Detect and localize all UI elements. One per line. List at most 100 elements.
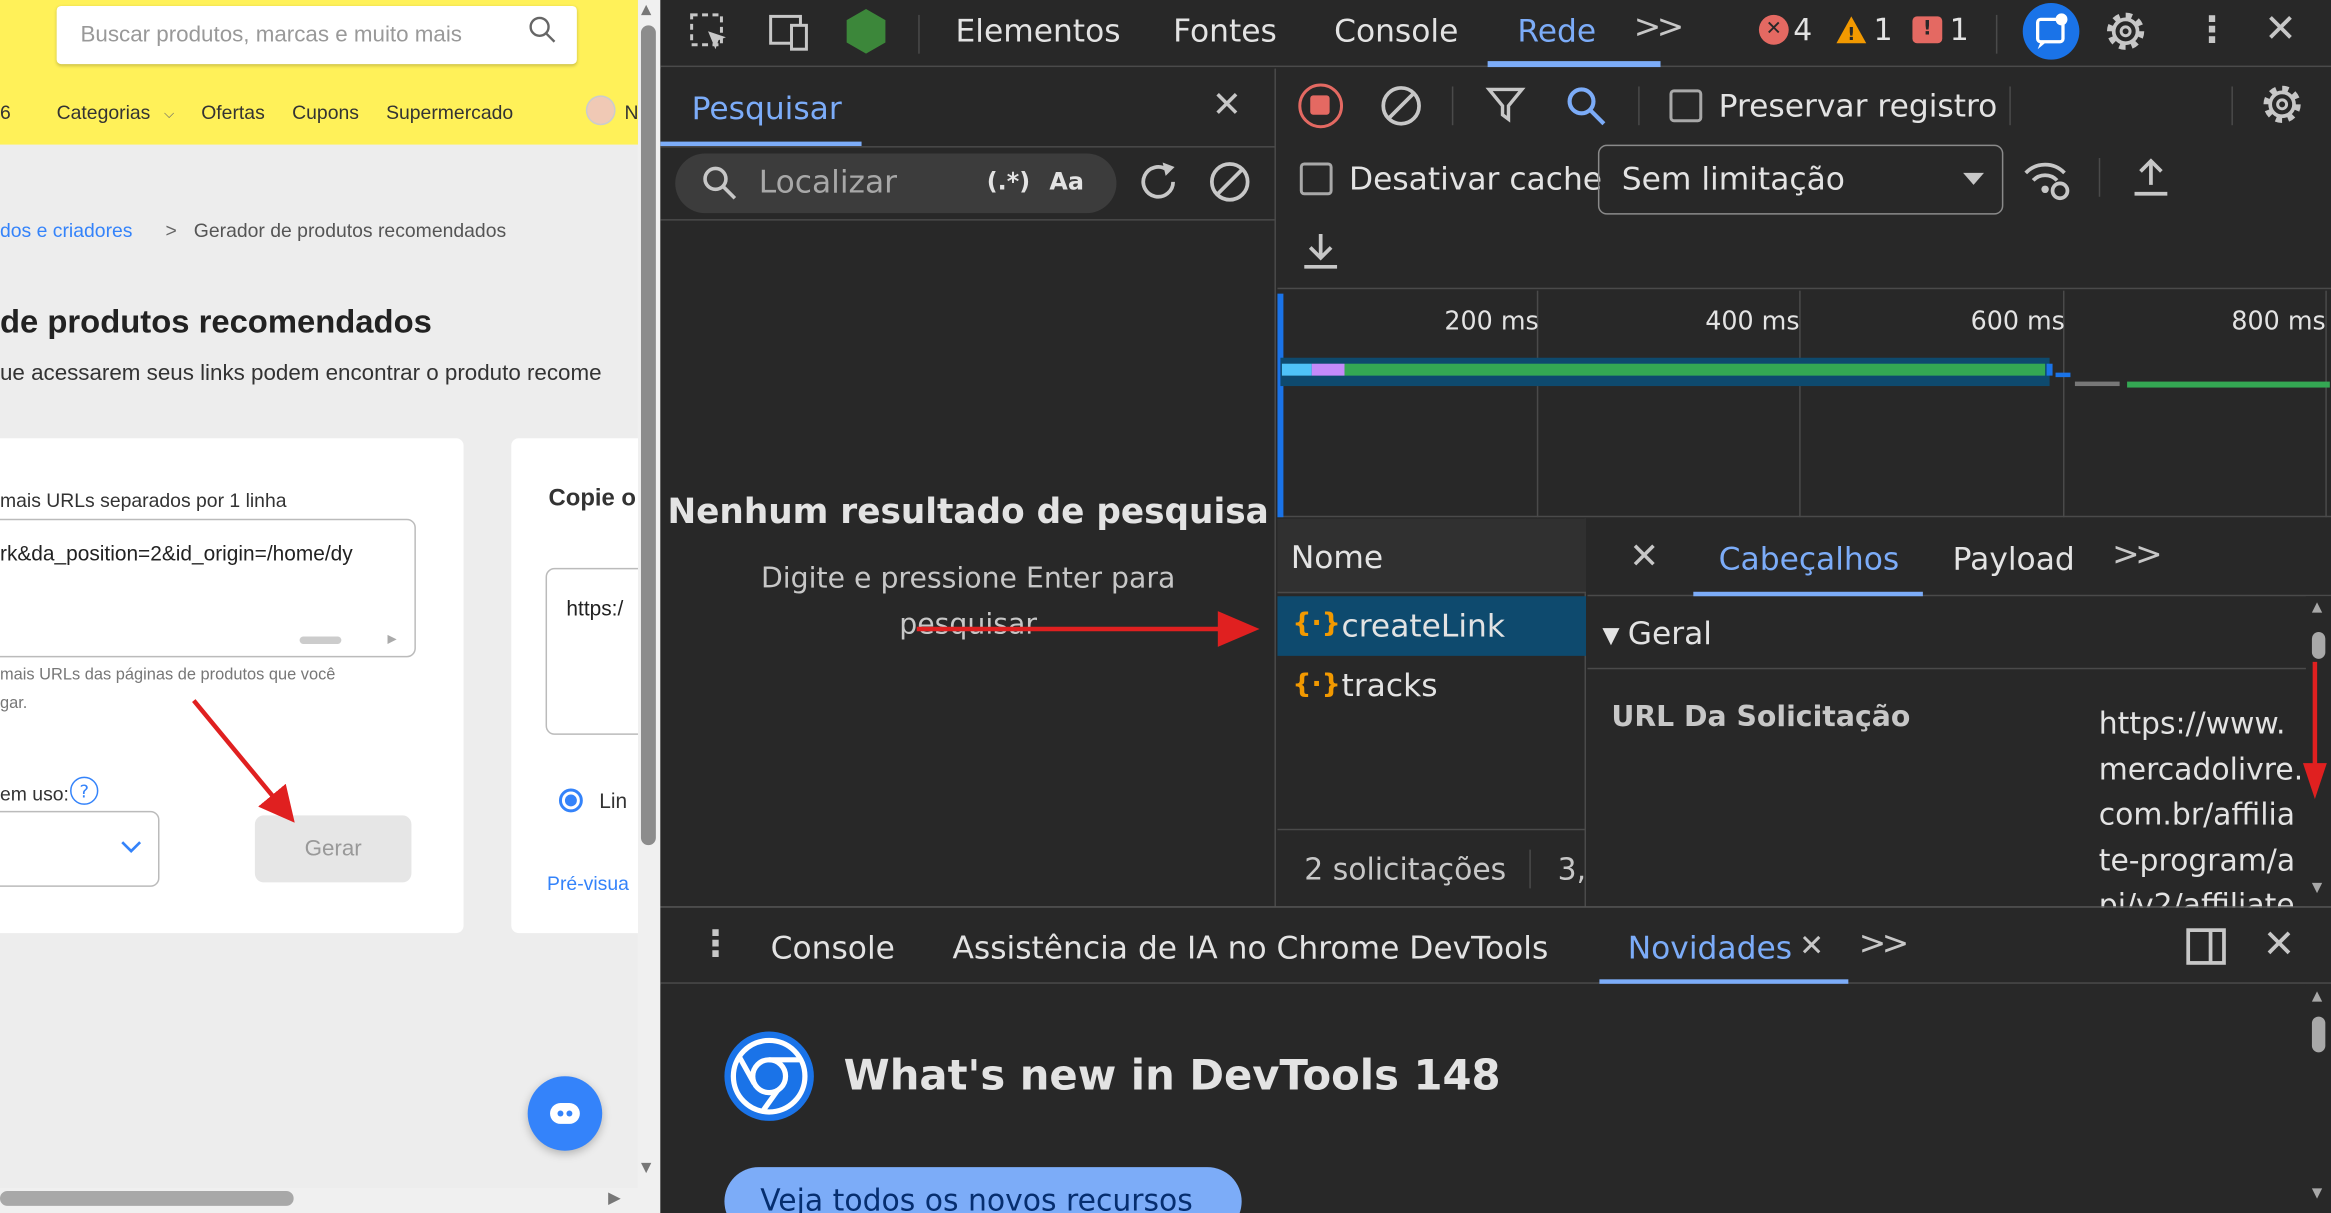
- nav-supermercado[interactable]: Supermercado: [386, 101, 513, 123]
- result-title: Copie o: [548, 485, 636, 512]
- filter-icon[interactable]: [1485, 83, 1527, 125]
- tab-console[interactable]: Console: [1334, 13, 1458, 49]
- urls-label: mais URLs separados por 1 linha: [0, 488, 287, 512]
- vertical-scroll-thumb[interactable]: [640, 25, 656, 846]
- drawer-tab-console[interactable]: Console: [771, 930, 895, 966]
- chevron-down-icon: [119, 838, 143, 856]
- breadcrumb-parent[interactable]: dos e criadores: [0, 219, 133, 241]
- scroll-down-icon[interactable]: ▼: [641, 1161, 651, 1176]
- search-input[interactable]: Buscar produtos, marcas e muito mais: [56, 5, 577, 65]
- record-stop-icon[interactable]: [1298, 83, 1344, 129]
- svg-text:!: !: [1847, 24, 1855, 44]
- close-drawer-icon[interactable]: ✕: [2263, 926, 2295, 965]
- more-tabs-icon[interactable]: >>: [1634, 9, 1684, 46]
- refresh-icon[interactable]: [1134, 158, 1182, 206]
- search-network-icon[interactable]: [1562, 82, 1610, 130]
- nav-ofertas[interactable]: Ofertas: [201, 101, 265, 123]
- clear-search-icon[interactable]: [1206, 158, 1254, 206]
- breadcrumb-current: Gerador de produtos recomendados: [193, 219, 507, 242]
- nav-user[interactable]: N: [625, 101, 638, 123]
- inspect-element-icon[interactable]: [687, 10, 732, 55]
- help-icon[interactable]: ?: [70, 776, 99, 805]
- tab-sources[interactable]: Fontes: [1173, 13, 1277, 49]
- headers-tab-indicator: [1693, 591, 1923, 597]
- horizontal-scroll-thumb[interactable]: [0, 1190, 294, 1206]
- regex-toggle[interactable]: (.*): [987, 167, 1030, 195]
- drawer-tab-whats-new[interactable]: Novidades: [1628, 930, 1792, 966]
- tab-network[interactable]: Rede: [1517, 13, 1596, 49]
- device-toolbar-icon[interactable]: [765, 10, 813, 55]
- ai-assistant-button[interactable]: [2022, 2, 2080, 60]
- network-settings-icon[interactable]: [2258, 80, 2306, 128]
- export-har-icon[interactable]: [1298, 228, 1343, 273]
- drawer-scroll-thumb[interactable]: [2311, 1016, 2326, 1053]
- tick-200ms: 200 ms: [1444, 307, 1539, 337]
- warning-count[interactable]: ! 1: [1835, 12, 1893, 48]
- tab-payload[interactable]: Payload: [1953, 541, 2075, 577]
- close-search-icon[interactable]: ✕: [1212, 86, 1242, 122]
- issue-icon: !: [1912, 16, 1943, 44]
- drawer-tab-indicator: [1599, 979, 1849, 984]
- ai-chat-icon: [2036, 13, 2068, 50]
- scroll-right-icon[interactable]: ▶: [388, 632, 397, 645]
- tab-headers[interactable]: Cabeçalhos: [1719, 541, 1900, 577]
- see-all-features-button[interactable]: Veja todos os novos recursos: [724, 1167, 1242, 1213]
- scroll-up-icon[interactable]: ▲: [2312, 990, 2322, 1005]
- request-name: tracks: [1341, 667, 1438, 704]
- preview-link[interactable]: Pré-visua: [547, 872, 629, 894]
- urls-value: rk&da_position=2&id_origin=/home/dy: [0, 541, 353, 565]
- timeline-left-handle[interactable]: [1277, 293, 1284, 518]
- node-icon[interactable]: [842, 6, 890, 57]
- whats-new-heading: What's new in DevTools 148: [843, 1050, 1501, 1101]
- nav-cupons[interactable]: Cupons: [292, 101, 359, 123]
- link-radio[interactable]: [558, 788, 583, 813]
- breadcrumb-separator: >: [165, 219, 177, 242]
- transfer-summary: 3,: [1557, 851, 1587, 887]
- match-case-toggle[interactable]: Aa: [1049, 167, 1084, 195]
- clear-log-icon[interactable]: [1377, 82, 1425, 130]
- more-drawer-tabs-icon[interactable]: >>: [1859, 926, 1909, 963]
- search-icon: [701, 164, 740, 203]
- urls-help-2: gar.: [0, 694, 28, 713]
- search-panel-title: Pesquisar: [691, 90, 842, 127]
- scroll-right-icon[interactable]: ▶: [608, 1188, 621, 1207]
- preserve-log-checkbox[interactable]: [1669, 89, 1703, 123]
- details-scroll-thumb[interactable]: [2311, 632, 2326, 659]
- more-detail-tabs-icon[interactable]: >>: [2112, 537, 2162, 574]
- request-bar-tracks: [2127, 381, 2330, 388]
- close-details-icon[interactable]: ✕: [1629, 538, 1659, 574]
- textarea-scrollbar[interactable]: [299, 636, 342, 644]
- annotation-arrow: [916, 611, 1260, 647]
- urls-textarea[interactable]: [0, 518, 416, 658]
- request-bar-createlink: [1344, 363, 2046, 376]
- chatbot-button[interactable]: [527, 1076, 603, 1151]
- close-devtools-icon[interactable]: ✕: [2264, 10, 2296, 49]
- scroll-up-icon[interactable]: ▲: [641, 3, 651, 18]
- scroll-down-icon[interactable]: ▼: [2312, 881, 2322, 896]
- more-options-icon[interactable]: ⋮: [2194, 12, 2230, 48]
- timeline-overview[interactable]: [1277, 290, 2331, 518]
- result-value: https:/: [566, 596, 624, 621]
- import-har-icon[interactable]: [2129, 155, 2174, 200]
- preserve-log-label: Preservar registro: [1718, 87, 1998, 124]
- disable-cache-checkbox[interactable]: [1299, 162, 1333, 196]
- scroll-down-icon[interactable]: ▼: [2312, 1187, 2322, 1202]
- settings-icon[interactable]: [2102, 7, 2150, 55]
- search-icon[interactable]: [528, 15, 558, 45]
- issues-count[interactable]: ! 1: [1912, 12, 1969, 48]
- network-conditions-icon[interactable]: [2021, 155, 2072, 203]
- scroll-up-icon[interactable]: ▲: [2312, 601, 2322, 616]
- tick-400ms: 400 ms: [1705, 307, 1800, 337]
- tab-elements[interactable]: Elementos: [955, 13, 1120, 49]
- avatar[interactable]: [585, 95, 616, 126]
- name-header-label: Nome: [1290, 539, 1384, 576]
- dock-side-icon[interactable]: [2184, 924, 2229, 969]
- triangle-down-icon: ▼: [1602, 621, 1620, 649]
- result-textarea[interactable]: [545, 567, 638, 735]
- drawer-tab-ai[interactable]: Assistência de IA no Chrome DevTools: [952, 930, 1548, 966]
- close-tab-icon[interactable]: ✕: [1799, 930, 1824, 960]
- error-count[interactable]: ✕ 4: [1758, 12, 1812, 48]
- nav-categorias[interactable]: Categorias: [57, 101, 151, 123]
- search-placeholder: Localizar: [758, 163, 898, 200]
- drawer-menu-icon[interactable]: ⋮: [698, 926, 734, 962]
